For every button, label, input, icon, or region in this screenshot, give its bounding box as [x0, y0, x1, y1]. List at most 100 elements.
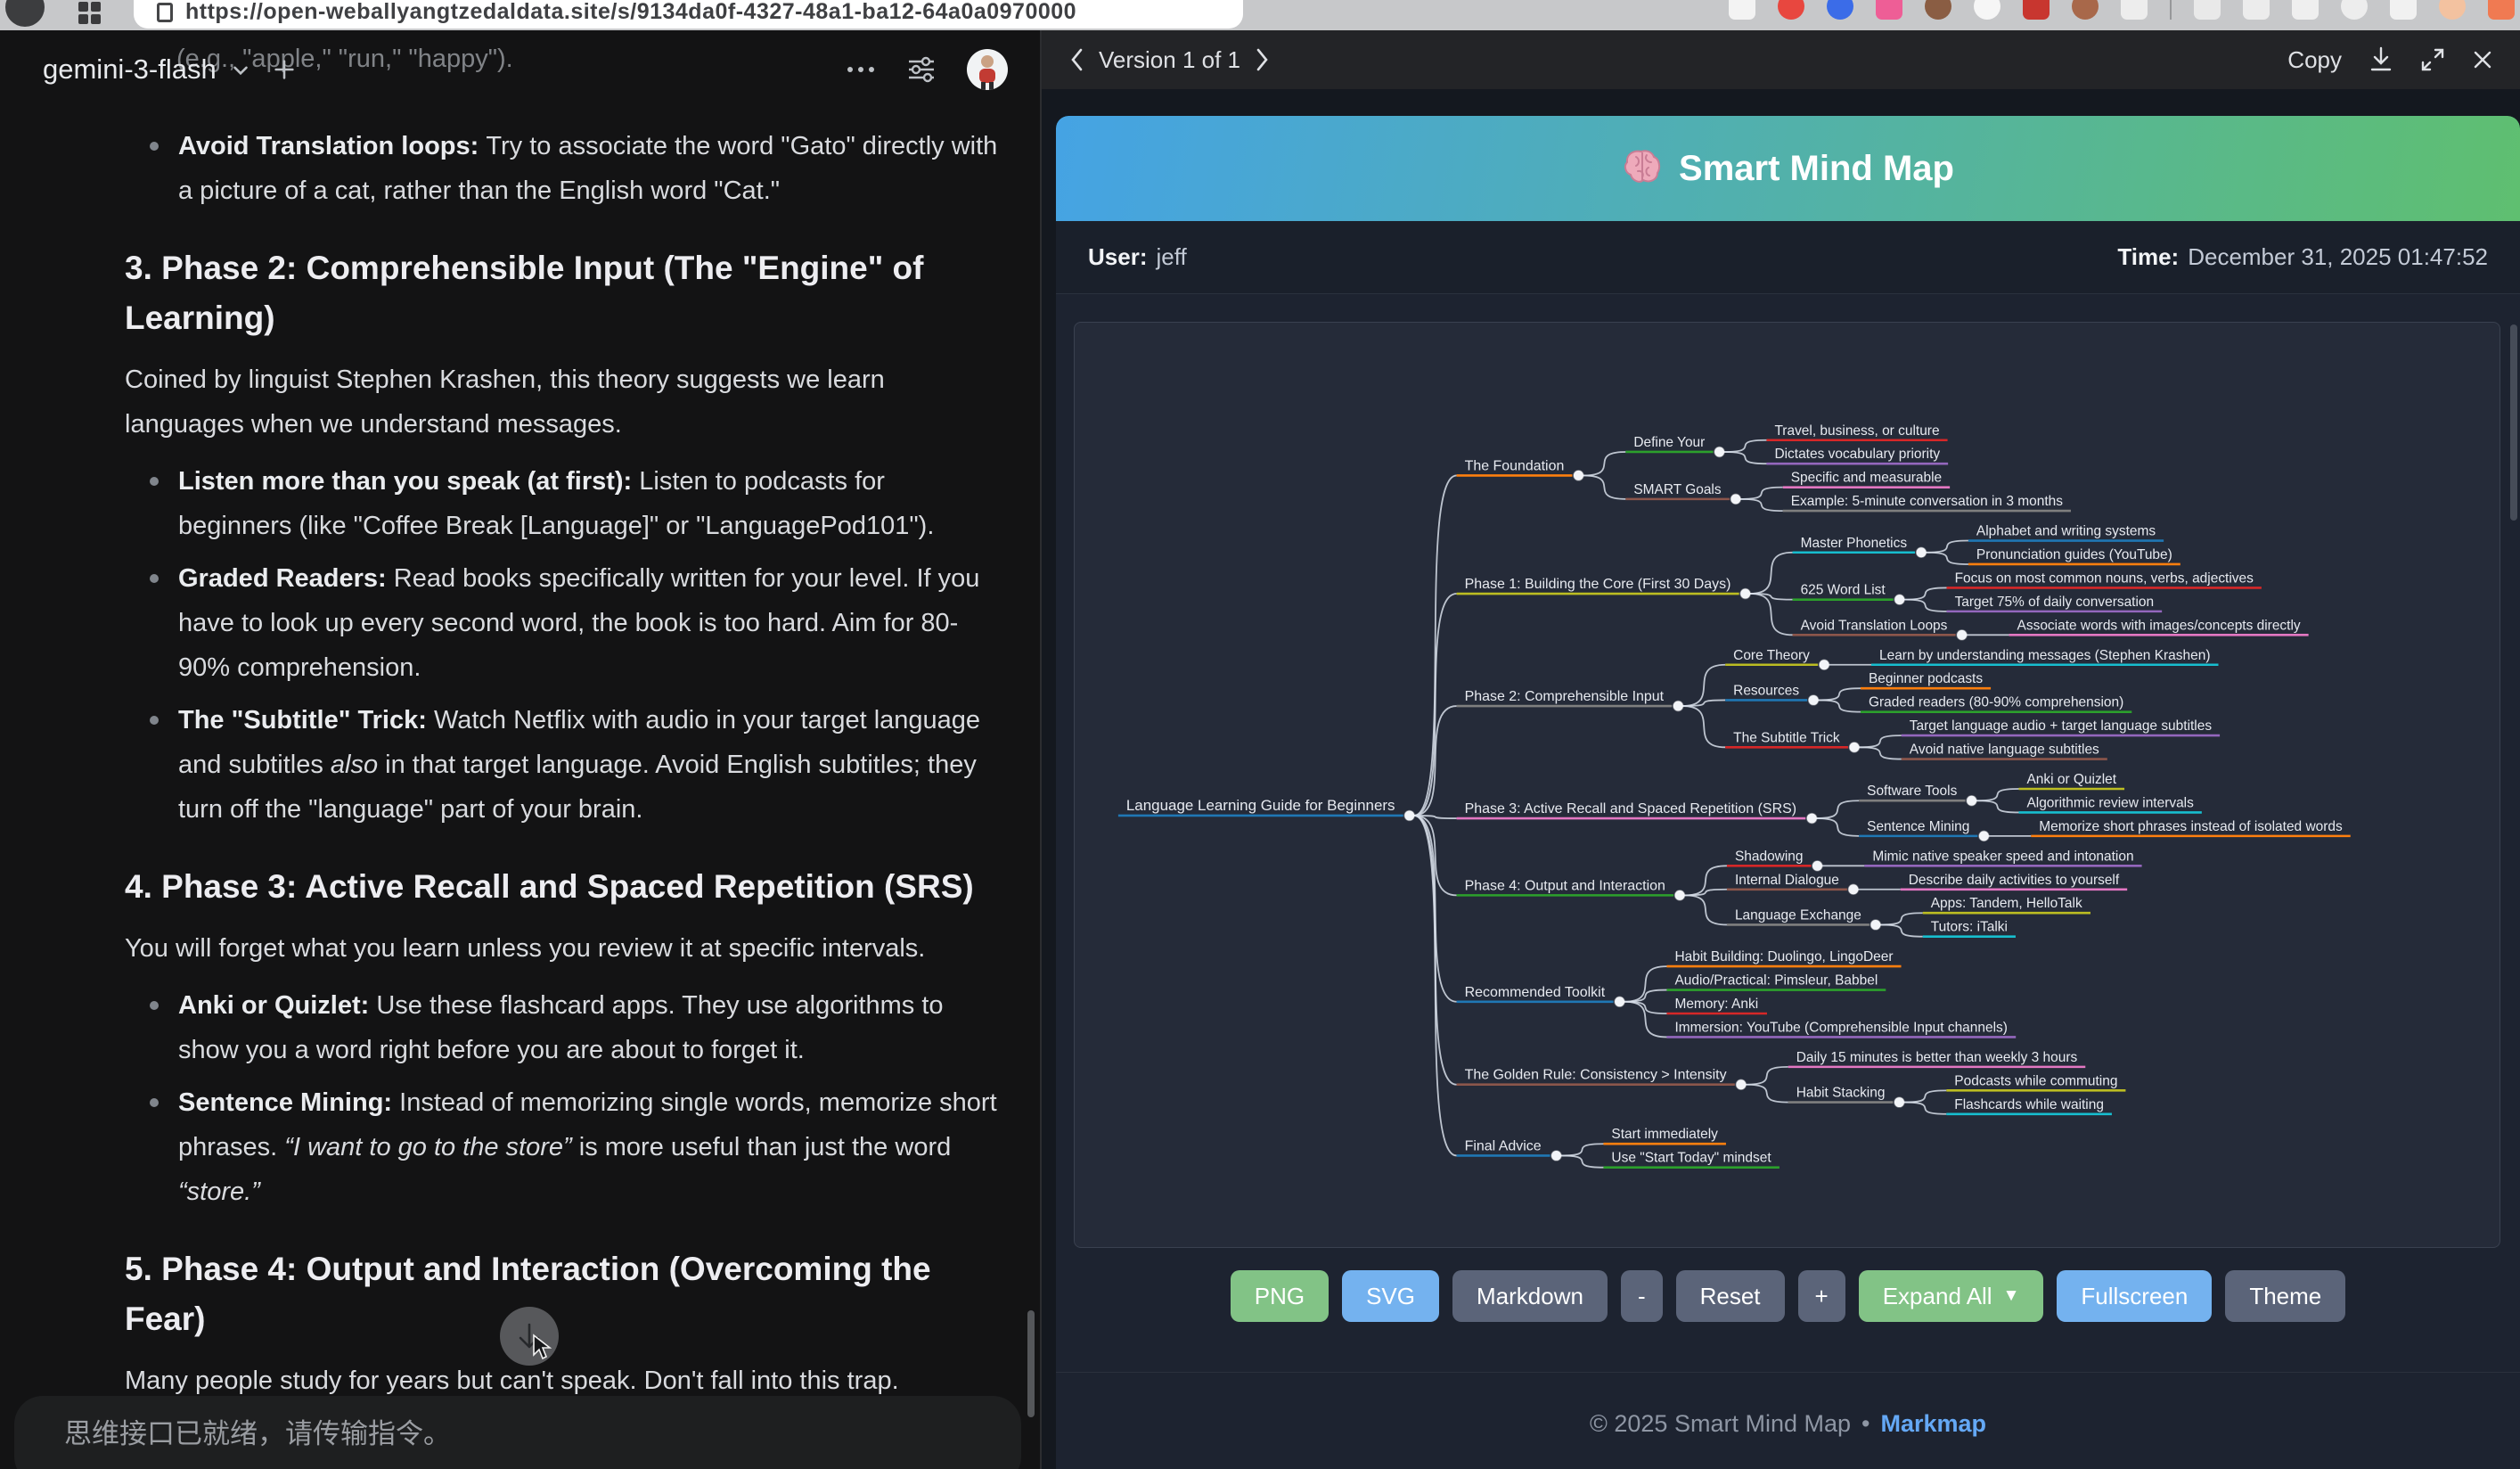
mindmap-node-label[interactable]: Avoid native language subtitles [1910, 743, 2099, 758]
mindmap-node-label[interactable]: Daily 15 minutes is better than weekly 3… [1796, 1050, 2078, 1065]
mindmap-node-label[interactable]: Phase 4: Output and Interaction [1465, 878, 1665, 893]
extension-icon[interactable] [1827, 0, 1853, 20]
extension-icon[interactable] [1729, 0, 1755, 20]
mindmap-node-dot[interactable] [1740, 589, 1750, 599]
mindmap-node-label[interactable]: Algorithmic review intervals [2026, 795, 2194, 810]
mindmap-node-label[interactable]: Phase 1: Building the Core (First 30 Day… [1465, 577, 1731, 592]
mindmap-node-label[interactable]: Use "Start Today" mindset [1611, 1151, 1771, 1166]
mindmap-node-label[interactable]: The Foundation [1465, 458, 1565, 473]
tune-icon[interactable] [906, 54, 937, 85]
mindmap-node-dot[interactable] [1894, 1097, 1904, 1107]
mindmap-node-dot[interactable] [1551, 1151, 1561, 1161]
avatar[interactable] [967, 49, 1008, 90]
mindmap-node-label[interactable]: Dictates vocabulary priority [1774, 447, 1940, 462]
mindmap-node-label[interactable]: Language Exchange [1735, 907, 1861, 923]
mindmap-node-dot[interactable] [1812, 861, 1822, 871]
chat-input[interactable] [14, 1396, 1021, 1469]
mindmap-node-label[interactable]: Immersion: YouTube (Comprehensible Input… [1674, 1020, 2007, 1035]
mindmap-node-dot[interactable] [1849, 743, 1859, 752]
theme-button[interactable]: Theme [2225, 1270, 2345, 1322]
scrollbar-thumb[interactable] [2510, 324, 2517, 521]
more-options-icon[interactable] [846, 65, 876, 74]
mindmap-node-label[interactable]: Language Learning Guide for Beginners [1126, 797, 1395, 814]
mindmap-node-label[interactable]: Graded readers (80-90% comprehension) [1869, 695, 2123, 710]
scrollbar-thumb[interactable] [1027, 1310, 1035, 1417]
mindmap-node-dot[interactable] [1917, 547, 1927, 557]
mindmap-node-label[interactable]: The Golden Rule: Consistency > Intensity [1465, 1068, 1727, 1083]
expand-all-button[interactable]: Expand All▼ [1859, 1270, 2044, 1322]
extension-icon[interactable] [2121, 0, 2148, 20]
png-button[interactable]: PNG [1231, 1270, 1329, 1322]
mindmap-node-label[interactable]: Beginner podcasts [1869, 671, 1983, 686]
-button[interactable]: - [1621, 1270, 1663, 1322]
mindmap-node-dot[interactable] [1574, 471, 1583, 480]
mindmap-node-label[interactable]: Memorize short phrases instead of isolat… [2039, 819, 2343, 834]
mindmap-node-label[interactable]: Internal Dialogue [1735, 873, 1839, 888]
mindmap-node-dot[interactable] [1675, 890, 1685, 900]
extension-icon[interactable] [1778, 0, 1804, 20]
chevron-down-icon[interactable] [229, 58, 252, 81]
extension-icon[interactable] [2341, 0, 2368, 20]
extension-icon[interactable] [2292, 0, 2319, 20]
mindmap-node-label[interactable]: Master Phonetics [1801, 536, 1908, 551]
mindmap-node-dot[interactable] [1820, 660, 1829, 669]
reset-button[interactable]: Reset [1676, 1270, 1785, 1322]
mindmap-node-label[interactable]: Audio/Practical: Pimsleur, Babbel [1674, 973, 1878, 989]
new-chat-icon[interactable] [272, 57, 297, 82]
mindmap-node-dot[interactable] [1957, 630, 1967, 640]
mindmap-node-label[interactable]: Shadowing [1735, 849, 1804, 864]
mindmap-node-label[interactable]: Resources [1733, 683, 1799, 698]
mindmap-node-label[interactable]: Sentence Mining [1867, 819, 1969, 834]
browser-nav-button[interactable] [5, 0, 45, 27]
mindmap-node-label[interactable]: Mimic native speaker speed and intonatio… [1872, 849, 2133, 864]
mindmap-node-label[interactable]: Describe daily activities to yourself [1909, 873, 2120, 888]
mindmap-node-label[interactable]: Podcasts while commuting [1954, 1073, 2117, 1088]
fullscreen-icon[interactable] [2420, 47, 2445, 72]
copy-button[interactable]: Copy [2287, 46, 2342, 74]
extension-icon[interactable] [2488, 0, 2515, 20]
mindmap-node-dot[interactable] [1807, 814, 1817, 824]
mindmap-node-label[interactable]: Alphabet and writing systems [1976, 524, 2156, 539]
mindmap-node-dot[interactable] [1404, 810, 1414, 820]
mindmap-node-label[interactable]: Software Tools [1867, 784, 1957, 799]
mindmap-node-label[interactable]: Phase 2: Comprehensible Input [1465, 689, 1665, 704]
mindmap-node-label[interactable]: Start immediately [1611, 1127, 1718, 1142]
mindmap-node-dot[interactable] [1736, 1079, 1746, 1089]
mindmap-node-label[interactable]: Specific and measurable [1791, 471, 1942, 486]
chevron-left-icon[interactable] [1068, 46, 1084, 73]
extension-icon[interactable] [2072, 0, 2099, 20]
mindmap-node-dot[interactable] [1673, 702, 1683, 711]
mindmap-node-label[interactable]: Example: 5-minute conversation in 3 mont… [1791, 494, 2063, 509]
markdown-button[interactable]: Markdown [1452, 1270, 1608, 1322]
mindmap-node-label[interactable]: Define Your [1633, 435, 1705, 450]
extension-icon[interactable] [2243, 0, 2270, 20]
markmap-link[interactable]: Markmap [1880, 1410, 1986, 1437]
extension-icon[interactable] [2023, 0, 2050, 20]
mindmap-node-label[interactable]: Focus on most common nouns, verbs, adjec… [1955, 570, 2254, 586]
mindmap-node-label[interactable]: Habit Stacking [1796, 1086, 1886, 1101]
extension-icon[interactable] [2390, 0, 2417, 20]
extension-icon[interactable] [1974, 0, 2000, 20]
mindmap-node-dot[interactable] [1894, 595, 1904, 604]
model-title[interactable]: gemini-3-flash [43, 53, 217, 86]
mindmap-node-label[interactable]: Recommended Toolkit [1465, 985, 1606, 1000]
mindmap-node-label[interactable]: 625 Word List [1801, 583, 1886, 598]
mindmap-node-label[interactable]: Memory: Anki [1674, 997, 1758, 1012]
svg-button[interactable]: SVG [1342, 1270, 1439, 1322]
mindmap-node-label[interactable]: Core Theory [1733, 648, 1810, 663]
mindmap-node-label[interactable]: Travel, business, or culture [1774, 423, 1939, 439]
mindmap-node-label[interactable]: Phase 3: Active Recall and Spaced Repeti… [1465, 801, 1796, 817]
scroll-to-bottom-button[interactable] [500, 1307, 559, 1366]
mindmap-node-dot[interactable] [1809, 695, 1819, 705]
mindmap-node-label[interactable]: Anki or Quizlet [2026, 772, 2116, 787]
mindmap-node-dot[interactable] [1979, 831, 1989, 841]
mindmap-node-label[interactable]: Target language audio + target language … [1910, 718, 2213, 734]
download-icon[interactable] [2369, 46, 2393, 73]
mindmap-node-label[interactable]: Tutors: iTalki [1931, 920, 2008, 935]
mindmap-node-dot[interactable] [1714, 447, 1724, 456]
mindmap-node-label[interactable]: Avoid Translation Loops [1801, 618, 1948, 633]
mindmap-node-dot[interactable] [1870, 920, 1880, 930]
extension-icon[interactable] [1876, 0, 1902, 20]
apps-grid-icon[interactable] [78, 2, 102, 25]
chevron-right-icon[interactable] [1255, 46, 1271, 73]
